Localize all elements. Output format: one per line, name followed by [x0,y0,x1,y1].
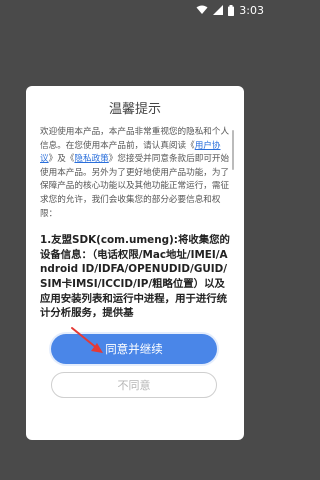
battery-icon [228,4,235,16]
status-time: 3:03 [239,3,264,17]
disagree-button[interactable]: 不同意 [51,372,217,398]
scrollbar[interactable] [232,130,234,170]
status-bar: 3:03 [0,0,270,20]
privacy-dialog: 温馨提示 欢迎使用本产品，本产品非常重视您的隐私和个人信息。在您使用本产品前，请… [26,86,244,440]
permission-section-1: 1.友盟SDK(com.umeng):将收集您的设备信息：（电话权限/Mac地址… [40,234,230,320]
privacy-policy-link[interactable]: 隐私政策 [74,154,108,164]
wifi-icon [196,5,208,15]
signal-icon [213,5,224,15]
dialog-body[interactable]: 欢迎使用本产品，本产品非常重视您的隐私和个人信息。在您使用本产品前，请认真阅读《… [40,126,232,341]
dialog-title: 温馨提示 [108,102,161,117]
intro-text: 欢迎使用本产品，本产品非常重视您的隐私和个人信息。在您使用本产品前，请认真阅读《… [40,126,232,221]
agree-button[interactable]: 同意并继续 [51,334,217,364]
intro-part-2: 》及《 [48,154,75,165]
